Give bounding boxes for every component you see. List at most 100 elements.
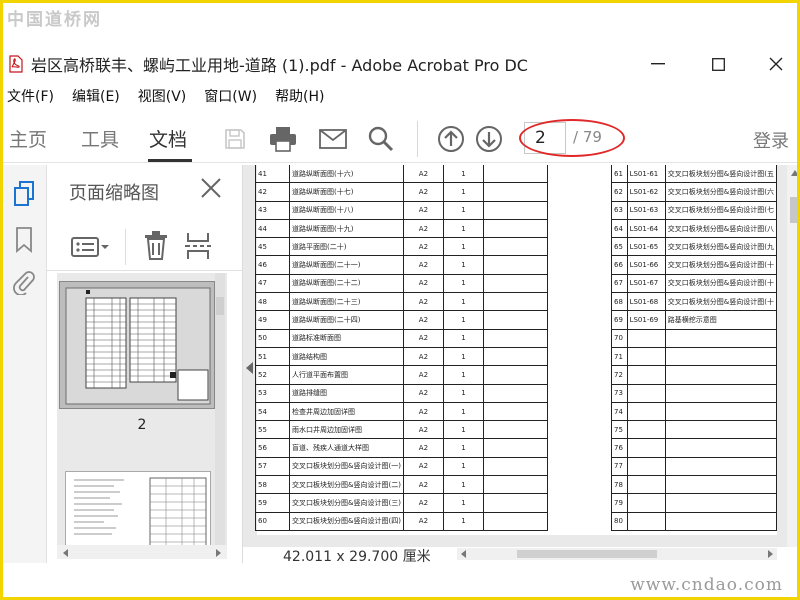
close-panel-icon[interactable] xyxy=(200,177,224,201)
table-cell: 1 xyxy=(442,292,484,312)
table-cell: 51 xyxy=(255,346,290,367)
drawing-list-table-left: 41 道路纵断面图(十六) A2 1 42 道路纵断面图(十七) A2 1 43 道路纵断面图(十… xyxy=(255,165,548,531)
table-cell: 道路纵断面图(十七) xyxy=(289,182,404,202)
table-cell xyxy=(482,255,548,275)
thumbnail-options-icon[interactable] xyxy=(71,235,111,259)
menu-help[interactable]: 帮助(H) xyxy=(275,86,324,106)
email-icon[interactable] xyxy=(317,123,349,155)
tab-document[interactable]: 文档 xyxy=(149,125,187,152)
split-page-icon[interactable] xyxy=(185,231,211,261)
table-row: 76 xyxy=(611,438,778,458)
table-cell: A2 xyxy=(402,401,444,422)
close-window-button[interactable] xyxy=(753,47,797,81)
thumbnail-horizontal-scrollbar[interactable] xyxy=(57,545,227,559)
bookmark-icon[interactable] xyxy=(11,227,37,253)
page-down-icon[interactable] xyxy=(473,123,505,155)
table-cell xyxy=(482,365,548,385)
table-row: 79 xyxy=(611,493,778,513)
table-cell: 50 xyxy=(255,328,290,348)
tab-home[interactable]: 主页 xyxy=(9,125,47,152)
table-cell: LS01-61 xyxy=(626,165,666,184)
table-row: 53 道路排缝图 A2 1 xyxy=(255,383,548,403)
table-cell: 道路纵断面图(二十一) xyxy=(289,255,404,275)
table-row: 75 xyxy=(611,420,778,440)
table-cell xyxy=(626,511,666,531)
table-cell: 道路排缝图 xyxy=(289,383,404,403)
table-cell: 交叉口板块划分图&竖向设计图(一) xyxy=(289,456,404,477)
table-row: 60 交叉口板块划分图&竖向设计图(四) A2 1 xyxy=(255,511,548,531)
table-row: 67 LS01-67 交叉口板块划分图&竖向设计图(十 xyxy=(611,273,778,294)
thumbnail-list: 2 xyxy=(57,273,227,549)
table-cell: A2 xyxy=(402,292,444,312)
toolbar-separator xyxy=(125,229,126,265)
attachment-icon[interactable] xyxy=(11,269,37,295)
table-cell xyxy=(482,493,548,513)
watermark-bottom: www.cndao.com xyxy=(630,575,783,595)
collapse-panel-arrow[interactable] xyxy=(245,359,255,374)
table-cell: 道路纵断面图(十九) xyxy=(289,218,404,239)
table-cell: 1 xyxy=(442,420,484,440)
table-cell: 1 xyxy=(442,475,484,495)
table-cell: 交叉口板块划分图&竖向设计图(九 xyxy=(664,237,778,257)
pages-icon[interactable] xyxy=(11,181,37,207)
print-icon[interactable] xyxy=(267,123,299,155)
table-cell xyxy=(664,401,778,422)
table-cell: 55 xyxy=(255,420,290,440)
expand-right-panel-arrow[interactable] xyxy=(796,359,797,371)
table-cell: A2 xyxy=(402,420,444,440)
table-row: 61 LS01-61 交叉口板块划分图&竖向设计图(五 xyxy=(611,165,778,184)
menu-view[interactable]: 视图(V) xyxy=(138,86,187,106)
thumbnail-scrollbar[interactable] xyxy=(215,273,225,549)
table-cell xyxy=(482,511,548,531)
page-thumbnail-selected[interactable] xyxy=(59,281,215,409)
table-cell xyxy=(482,383,548,403)
table-cell: A2 xyxy=(402,346,444,367)
menu-edit[interactable]: 编辑(E) xyxy=(72,86,120,106)
table-row: 55 雨水口井周边加固详图 A2 1 xyxy=(255,420,548,440)
document-vertical-scrollbar[interactable] xyxy=(787,165,797,547)
table-row: 48 道路纵断面图(二十三) A2 1 xyxy=(255,292,548,312)
menu-bar: 文件(F) 编辑(E) 视图(V) 窗口(W) 帮助(H) xyxy=(3,83,343,109)
document-horizontal-scrollbar[interactable] xyxy=(457,548,777,560)
table-cell: 49 xyxy=(255,310,290,330)
toolbar-separator xyxy=(417,121,418,157)
status-bar: 42.011 x 29.700 厘米 xyxy=(243,547,797,565)
table-cell: 72 xyxy=(611,365,628,385)
table-cell xyxy=(664,346,778,367)
table-cell: 68 xyxy=(611,292,628,312)
table-cell xyxy=(664,438,778,458)
table-row: 50 道路标准断面图 A2 1 xyxy=(255,328,548,348)
table-cell: 48 xyxy=(255,292,290,312)
table-row: 47 道路纵断面图(二十二) A2 1 xyxy=(255,273,548,294)
save-icon[interactable] xyxy=(219,123,251,155)
table-cell xyxy=(626,493,666,513)
table-cell: A2 xyxy=(402,255,444,275)
search-icon[interactable] xyxy=(365,123,397,155)
thumbnail-toolbar xyxy=(47,223,243,271)
menu-window[interactable]: 窗口(W) xyxy=(204,86,257,106)
page-thumbnail[interactable] xyxy=(65,471,211,549)
maximize-button[interactable] xyxy=(695,47,741,81)
table-cell: LS01-65 xyxy=(626,237,666,257)
table-row: 51 道路结构图 A2 1 xyxy=(255,346,548,367)
menu-file[interactable]: 文件(F) xyxy=(7,86,54,106)
page-up-icon[interactable] xyxy=(435,123,467,155)
login-button[interactable]: 登录 xyxy=(753,127,789,153)
active-tab-indicator xyxy=(148,159,192,162)
table-cell: 1 xyxy=(442,237,484,257)
table-cell: 交叉口板块划分图&竖向设计图(八 xyxy=(664,218,778,239)
table-cell: 44 xyxy=(255,218,290,239)
table-cell: 1 xyxy=(442,438,484,458)
thumbnails-panel: 页面缩略图 2 xyxy=(47,165,243,563)
minimize-button[interactable] xyxy=(635,47,681,81)
table-cell: 64 xyxy=(611,218,628,239)
table-cell: A2 xyxy=(402,365,444,385)
table-cell: A2 xyxy=(402,511,444,531)
table-cell: 交叉口板块划分图&竖向设计图(二) xyxy=(289,475,404,495)
table-row: 45 道路平面图(二十) A2 1 xyxy=(255,237,548,257)
table-cell xyxy=(482,292,548,312)
table-cell: 61 xyxy=(611,165,628,184)
table-cell: 57 xyxy=(255,456,290,477)
delete-icon[interactable] xyxy=(143,231,169,261)
tab-tools[interactable]: 工具 xyxy=(81,125,119,152)
